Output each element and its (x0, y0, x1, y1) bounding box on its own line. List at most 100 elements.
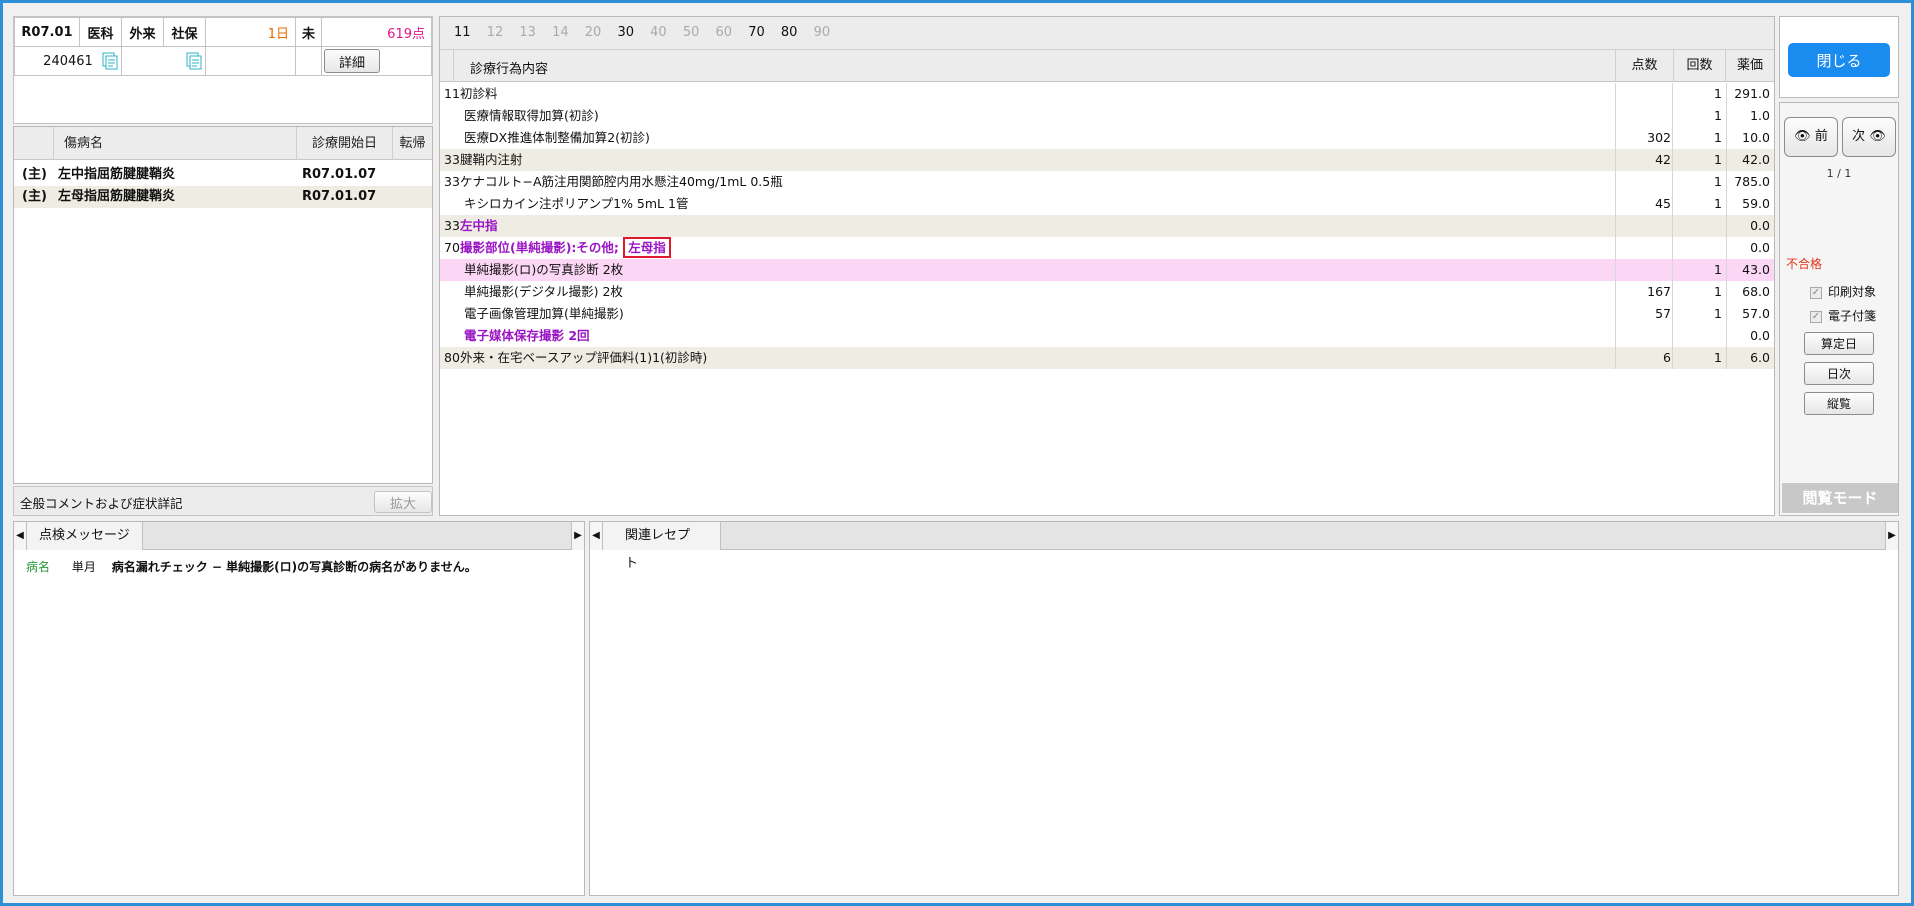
imaging-site-label: 撮影部位(単純撮影):その他; (460, 240, 619, 255)
scroll-left-icon[interactable]: ◀ (590, 522, 603, 550)
document-icon[interactable] (186, 52, 203, 70)
disease-name: 左中指屈筋腱腱鞘炎 (58, 167, 176, 182)
table-row[interactable]: 11 初診料 1 291.0 (440, 83, 1774, 105)
row-name: 電子媒体保存撮影 2回 (464, 328, 590, 343)
row-price: 43.0 (1726, 259, 1774, 281)
expand-button[interactable]: 拡大 (374, 491, 432, 513)
row-count (1672, 325, 1727, 347)
row-price: 68.0 (1726, 281, 1774, 303)
disease-name: 左母指屈筋腱腱鞘炎 (58, 189, 176, 204)
row-points (1615, 259, 1675, 281)
e-tag-label: 電子付箋 (1828, 309, 1877, 323)
patient-header-panel: R07.01 医科 外来 社保 1日 未 619点 240461 詳細 (13, 16, 433, 124)
row-code: 33 (444, 152, 460, 167)
tab-40[interactable]: 40 (650, 25, 667, 40)
row-price: 42.0 (1726, 149, 1774, 171)
daily-button[interactable]: 日次 (1804, 362, 1874, 385)
row-count: 1 (1672, 259, 1727, 281)
main-flag: (主) (22, 167, 47, 182)
table-row[interactable]: 電子媒体保存撮影 2回 0.0 (440, 325, 1774, 347)
overview-button[interactable]: 縦覧 (1804, 392, 1874, 415)
days-count: 1日 (205, 17, 296, 47)
print-target-checkbox[interactable]: ✓ 印刷対象 (1810, 283, 1876, 300)
tab-70[interactable]: 70 (748, 25, 765, 40)
row-price: 0.0 (1726, 237, 1774, 259)
row-count: 1 (1672, 171, 1727, 193)
procedures-panel: 11 12 13 14 20 30 40 50 60 70 80 90 診療行為… (439, 16, 1775, 516)
tab-90[interactable]: 90 (814, 25, 831, 40)
tab-related-receipts[interactable]: 関連レセプト (603, 522, 721, 571)
tab-50[interactable]: 50 (683, 25, 700, 40)
detail-button[interactable]: 詳細 (324, 49, 381, 73)
scroll-right-icon[interactable]: ▶ (1885, 522, 1898, 550)
insurance-type: 社保 (163, 17, 206, 47)
row-count (1672, 237, 1727, 259)
table-row[interactable]: 70 撮影部位(単純撮影):その他; 左母指 0.0 (440, 237, 1774, 259)
status-badge: 不合格 (1786, 257, 1823, 271)
check-icon: ✓ (1810, 310, 1822, 323)
tab-20[interactable]: 20 (585, 25, 602, 40)
row-price: 1.0 (1726, 105, 1774, 127)
col-outcome: 転帰 (399, 136, 426, 151)
row-points (1615, 237, 1675, 259)
row-code: 70 (444, 240, 460, 255)
row-points (1615, 105, 1675, 127)
scroll-right-icon[interactable]: ▶ (571, 522, 584, 550)
next-button[interactable]: 次 👁 (1842, 117, 1896, 157)
eye-icon: 👁 (1794, 129, 1811, 144)
table-row[interactable]: 33 腱鞘内注射 42 1 42.0 (440, 149, 1774, 171)
tab-11[interactable]: 11 (454, 25, 471, 40)
scroll-left-icon[interactable]: ◀ (14, 522, 27, 550)
row-count: 1 (1672, 105, 1727, 127)
tab-check-messages[interactable]: 点検メッセージ (27, 522, 143, 550)
close-button[interactable]: 閉じる (1788, 43, 1890, 77)
row-name: 撮影部位(単純撮影):その他; 左母指 (460, 237, 671, 259)
document-icon[interactable] (102, 52, 119, 70)
col-points: 点数 (1615, 50, 1673, 82)
tab-13[interactable]: 13 (519, 25, 536, 40)
page-indicator: 1 / 1 (1826, 167, 1852, 180)
table-row[interactable]: 単純撮影(デジタル撮影) 2枚 167 1 68.0 (440, 281, 1774, 303)
calc-date-button[interactable]: 算定日 (1804, 332, 1874, 355)
row-name: キシロカイン注ポリアンプ1% 5mL 1管 (464, 196, 689, 211)
table-row[interactable]: 医療DX推進体制整備加算2(初診) 302 1 10.0 (440, 127, 1774, 149)
row-points: 167 (1615, 281, 1675, 303)
tab-80[interactable]: 80 (781, 25, 798, 40)
row-count (1672, 215, 1727, 237)
start-date: R07.01.07 (302, 167, 377, 182)
list-item[interactable]: (主) 左中指屈筋腱腱鞘炎 R07.01.07 (14, 164, 444, 186)
procedures-header: 診療行為内容 点数 回数 薬価 (440, 49, 1774, 82)
list-item[interactable]: 病名 単月 病名漏れチェック − 単純撮影(ロ)の写真診断の病名がありません。 (26, 558, 477, 575)
prev-button[interactable]: 👁 前 (1784, 117, 1838, 157)
receipt-date: R07.01 (14, 17, 80, 47)
total-points: 619点 (321, 17, 432, 47)
category-tabs: 11 12 13 14 20 30 40 50 60 70 80 90 (440, 17, 1774, 49)
table-row[interactable]: 80 外来・在宅ベースアップ評価料(1)1(初診時) 6 1 6.0 (440, 347, 1774, 369)
patient-id: 240461 (43, 53, 93, 69)
col-price: 薬価 (1725, 50, 1774, 82)
visit-type: 外来 (121, 17, 164, 47)
row-code: 33 (444, 218, 460, 233)
table-row[interactable]: 33 左中指 0.0 (440, 215, 1774, 237)
tab-30[interactable]: 30 (617, 25, 634, 40)
table-row[interactable]: 33 ケナコルト−A筋注用関節腔内用水懸注40mg/1mL 0.5瓶 1 785.0 (440, 171, 1774, 193)
e-tag-checkbox[interactable]: ✓ 電子付箋 (1810, 307, 1876, 324)
row-price: 291.0 (1726, 83, 1774, 105)
message-text: 病名漏れチェック − 単純撮影(ロ)の写真診断の病名がありません。 (111, 560, 477, 574)
highlighted-site: 左母指 (623, 237, 671, 258)
row-name: ケナコルト−A筋注用関節腔内用水懸注40mg/1mL 0.5瓶 (460, 174, 783, 189)
tab-60[interactable]: 60 (716, 25, 733, 40)
tab-14[interactable]: 14 (552, 25, 569, 40)
tab-12[interactable]: 12 (487, 25, 504, 40)
table-row[interactable]: 医療情報取得加算(初診) 1 1.0 (440, 105, 1774, 127)
col-disease-name: 傷病名 (54, 127, 297, 160)
row-name: 左中指 (460, 218, 498, 233)
table-row[interactable]: 電子画像管理加算(単純撮影) 57 1 57.0 (440, 303, 1774, 325)
table-row[interactable]: キシロカイン注ポリアンプ1% 5mL 1管 45 1 59.0 (440, 193, 1774, 215)
table-row[interactable]: 単純撮影(ロ)の写真診断 2枚 1 43.0 (440, 259, 1774, 281)
main-flag: (主) (22, 189, 47, 204)
list-item[interactable]: (主) 左母指屈筋腱腱鞘炎 R07.01.07 (14, 186, 432, 208)
row-points: 42 (1615, 149, 1675, 171)
row-points: 57 (1615, 303, 1675, 325)
row-count: 1 (1672, 83, 1727, 105)
